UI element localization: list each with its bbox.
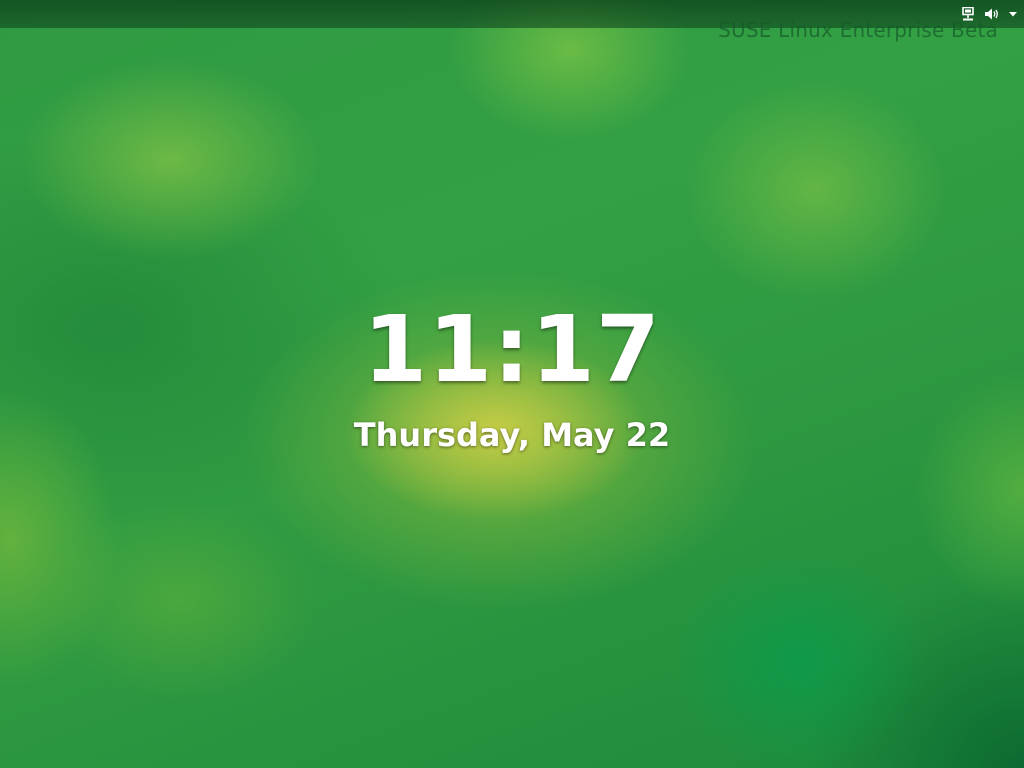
clock-date: Thursday, May 22 <box>353 416 671 454</box>
lock-screen-clock[interactable]: 11:17 Thursday, May 22 <box>0 295 1024 455</box>
distribution-watermark: SUSE Linux Enterprise Beta <box>718 18 998 42</box>
clock-time: 11:17 <box>363 296 661 403</box>
system-menu-arrow-icon[interactable] <box>1008 6 1018 22</box>
